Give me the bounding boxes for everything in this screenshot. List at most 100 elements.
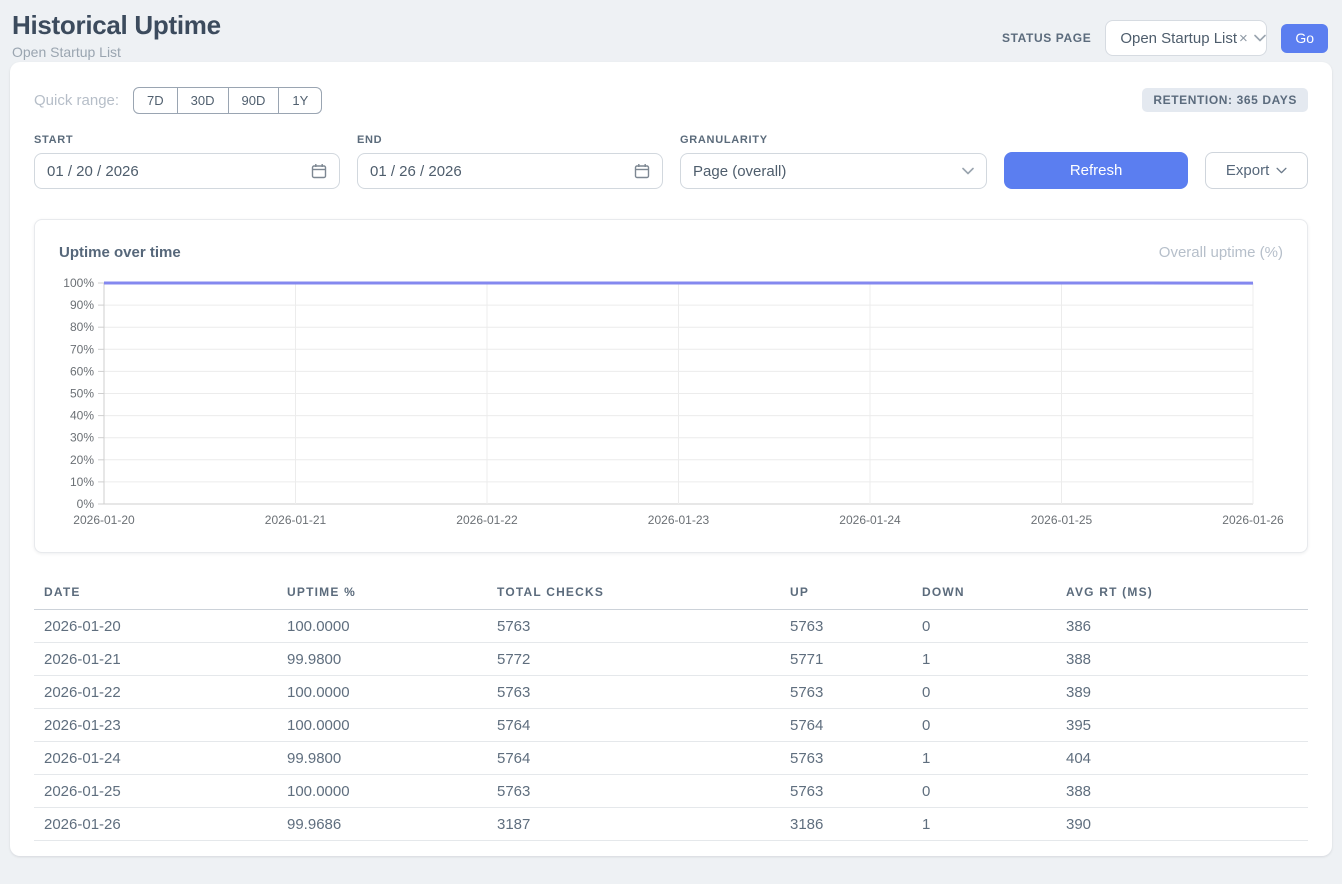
y-tick-label: 20%	[70, 453, 94, 467]
chart-header: Uptime over time Overall uptime (%)	[59, 244, 1283, 261]
x-tick-label: 2026-01-22	[456, 513, 518, 527]
export-button-label: Export	[1226, 162, 1269, 179]
y-tick-label: 60%	[70, 364, 94, 378]
table-body: 2026-01-20100.00005763576303862026-01-21…	[34, 610, 1308, 841]
status-page-label: STATUS PAGE	[1002, 31, 1091, 45]
x-tick-label: 2026-01-25	[1031, 513, 1093, 527]
y-tick-label: 70%	[70, 342, 94, 356]
uptime-chart-card: Uptime over time Overall uptime (%) 0% 10…	[34, 219, 1308, 553]
table-cell: 99.9800	[277, 643, 487, 676]
granularity-field: GRANULARITY Page (overall)	[680, 134, 987, 189]
table-row: 2026-01-2199.9800577257711388	[34, 643, 1308, 676]
column-header: UPTIME %	[277, 577, 487, 610]
column-header: DOWN	[912, 577, 1056, 610]
table-cell: 5764	[487, 742, 780, 775]
table-cell: 0	[912, 610, 1056, 643]
table-cell: 100.0000	[277, 775, 487, 808]
table-cell: 5763	[780, 610, 912, 643]
end-date-value: 01 / 26 / 2026	[370, 163, 462, 180]
status-page-selected-value: Open Startup List	[1120, 30, 1237, 47]
table-cell: 100.0000	[277, 610, 487, 643]
table-row: 2026-01-22100.0000576357630389	[34, 676, 1308, 709]
quick-range-7d[interactable]: 7D	[133, 87, 178, 114]
export-button[interactable]: Export	[1205, 152, 1308, 189]
quick-range-30d[interactable]: 30D	[177, 87, 229, 114]
go-button[interactable]: Go	[1281, 24, 1328, 53]
column-header: TOTAL CHECKS	[487, 577, 780, 610]
chart-title: Uptime over time	[59, 244, 181, 261]
table-cell: 389	[1056, 676, 1308, 709]
quick-range-left: Quick range: 7D30D90D1Y	[34, 87, 322, 114]
chart-legend: Overall uptime (%)	[1159, 244, 1283, 261]
start-label: START	[34, 134, 340, 146]
calendar-icon[interactable]	[311, 163, 327, 179]
end-date-field: END 01 / 26 / 2026	[357, 134, 663, 189]
y-tick-label: 40%	[70, 409, 94, 423]
y-tick-label: 10%	[70, 475, 94, 489]
x-tick-label: 2026-01-20	[73, 513, 135, 527]
table-cell: 5763	[487, 676, 780, 709]
end-date-input[interactable]: 01 / 26 / 2026	[357, 153, 663, 189]
retention-badge: RETENTION: 365 DAYS	[1142, 88, 1308, 112]
table-cell: 395	[1056, 709, 1308, 742]
refresh-button[interactable]: Refresh	[1004, 152, 1188, 189]
title-block: Historical Uptime Open Startup List	[12, 10, 221, 60]
granularity-selected-value: Page (overall)	[693, 163, 786, 180]
chevron-down-icon	[1276, 167, 1287, 174]
table-cell: 5763	[487, 775, 780, 808]
table-cell: 3187	[487, 808, 780, 841]
table-cell: 2026-01-26	[34, 808, 277, 841]
table-row: 2026-01-2499.9800576457631404	[34, 742, 1308, 775]
table-cell: 5763	[780, 742, 912, 775]
start-date-input[interactable]: 01 / 20 / 2026	[34, 153, 340, 189]
table-cell: 100.0000	[277, 709, 487, 742]
table-cell: 0	[912, 676, 1056, 709]
y-tick-label: 0%	[77, 497, 95, 511]
table-row: 2026-01-20100.0000576357630386	[34, 610, 1308, 643]
header-controls: STATUS PAGE Open Startup List × Go	[1002, 10, 1328, 56]
table-cell: 5763	[487, 610, 780, 643]
quick-range-group: 7D30D90D1Y	[133, 87, 322, 114]
table-cell: 2026-01-24	[34, 742, 277, 775]
filter-row: START 01 / 20 / 2026 END 01 / 26 / 2026	[34, 134, 1308, 189]
table-cell: 388	[1056, 775, 1308, 808]
quick-range-1y[interactable]: 1Y	[278, 87, 322, 114]
table-cell: 99.9686	[277, 808, 487, 841]
table-cell: 5764	[487, 709, 780, 742]
table-cell: 2026-01-23	[34, 709, 277, 742]
table-cell: 1	[912, 643, 1056, 676]
calendar-icon[interactable]	[634, 163, 650, 179]
quick-range-row: Quick range: 7D30D90D1Y RETENTION: 365 D…	[34, 86, 1308, 114]
y-tick-label: 80%	[70, 320, 94, 334]
granularity-label: GRANULARITY	[680, 134, 987, 146]
table-cell: 5771	[780, 643, 912, 676]
granularity-select[interactable]: Page (overall)	[680, 153, 987, 189]
chevron-down-icon	[1254, 34, 1266, 42]
table-cell: 386	[1056, 610, 1308, 643]
table-cell: 388	[1056, 643, 1308, 676]
x-tick-label: 2026-01-21	[265, 513, 327, 527]
quick-range-label: Quick range:	[34, 92, 119, 109]
column-header: DATE	[34, 577, 277, 610]
table-cell: 5772	[487, 643, 780, 676]
quick-range-90d[interactable]: 90D	[228, 87, 280, 114]
page-subtitle: Open Startup List	[12, 44, 221, 60]
status-page-select[interactable]: Open Startup List ×	[1105, 20, 1267, 56]
x-tick-label: 2026-01-26	[1222, 513, 1284, 527]
table-cell: 3186	[780, 808, 912, 841]
clear-selection-icon[interactable]: ×	[1239, 30, 1248, 47]
table-header: DATEUPTIME %TOTAL CHECKSUPDOWNAVG RT (MS…	[34, 577, 1308, 610]
table-cell: 2026-01-22	[34, 676, 277, 709]
table-cell: 0	[912, 709, 1056, 742]
table-cell: 5764	[780, 709, 912, 742]
table-cell: 5763	[780, 775, 912, 808]
table-row: 2026-01-23100.0000576457640395	[34, 709, 1308, 742]
table-cell: 390	[1056, 808, 1308, 841]
table-cell: 2026-01-20	[34, 610, 277, 643]
y-tick-label: 100%	[63, 276, 94, 290]
table-cell: 100.0000	[277, 676, 487, 709]
table-cell: 1	[912, 742, 1056, 775]
chevron-down-icon	[962, 167, 974, 175]
table-cell: 2026-01-25	[34, 775, 277, 808]
table-cell: 5763	[780, 676, 912, 709]
